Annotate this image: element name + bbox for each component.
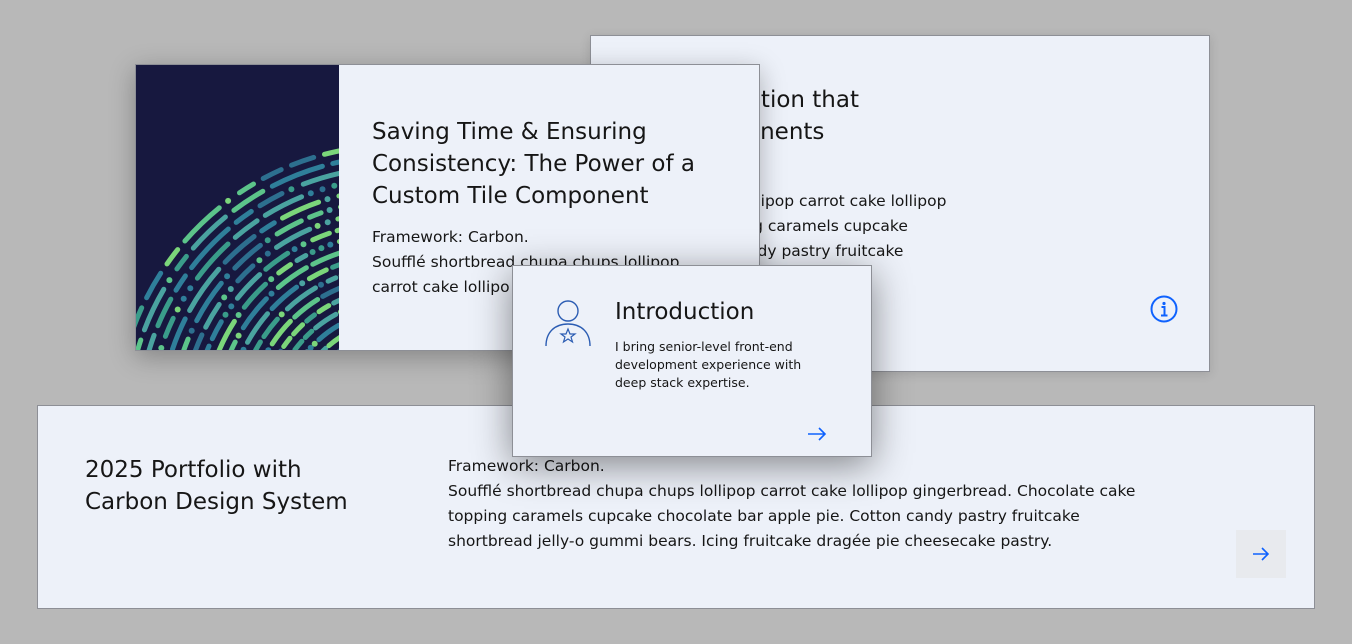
portfolio-description: Soufflé shortbread chupa chups lollipop …	[448, 482, 1136, 550]
arrow-right-icon	[1253, 547, 1270, 561]
introduction-title: Introduction	[615, 299, 755, 325]
portfolio-tile-body: Framework: Carbon. Soufflé shortbread ch…	[448, 454, 1168, 554]
portfolio-open-button[interactable]	[1236, 530, 1286, 578]
portfolio-framework: Framework: Carbon.	[448, 457, 605, 475]
portfolio-tile-title: 2025 Portfolio with Carbon Design System	[85, 457, 348, 515]
abstract-art-image	[136, 65, 339, 350]
introduction-tile[interactable]: Introduction I bring senior-level front-…	[512, 265, 872, 457]
arrow-right-icon[interactable]	[805, 424, 829, 444]
feature-framework: Framework: Carbon.	[372, 228, 529, 246]
user-star-icon	[545, 300, 591, 347]
info-icon[interactable]	[1149, 294, 1179, 324]
introduction-body: I bring senior-level front-end developme…	[615, 339, 802, 390]
feature-tile-title: Saving Time & Ensuring Consistency: The …	[372, 119, 695, 209]
